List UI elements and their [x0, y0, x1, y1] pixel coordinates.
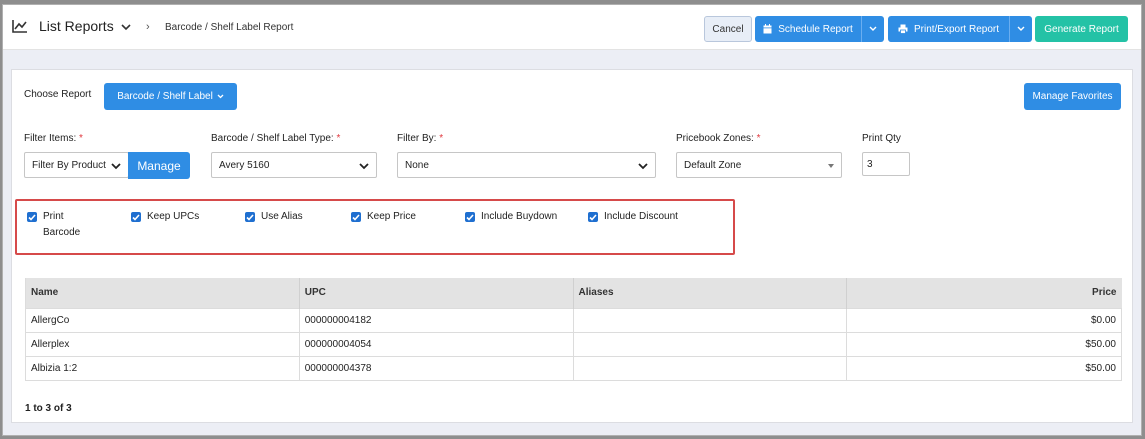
column-header-price[interactable]: Price — [846, 278, 1122, 308]
chevron-down-icon[interactable] — [121, 23, 131, 31]
option-use-alias[interactable]: Use Alias — [245, 211, 303, 225]
calendar-icon — [763, 24, 772, 34]
option-label: Include Discount — [604, 211, 678, 222]
checkbox-checked-icon[interactable] — [245, 212, 255, 222]
cancel-button[interactable]: Cancel — [704, 16, 752, 42]
chevron-down-icon — [359, 162, 369, 170]
pricebook-zones-value: Default Zone — [684, 159, 742, 171]
cell-price: $50.00 — [846, 355, 1122, 381]
cell-upc: 000000004378 — [298, 355, 574, 381]
cell-name: Allerplex — [25, 331, 300, 357]
table-row[interactable]: Albizia 1:2 000000004378 $50.00 — [25, 355, 1122, 381]
cell-name: Albizia 1:2 — [25, 355, 300, 381]
table-row[interactable]: Allerplex 000000004054 $50.00 — [25, 331, 1122, 357]
cell-aliases — [572, 331, 848, 357]
filter-by-value: None — [405, 159, 429, 171]
option-keep-price[interactable]: Keep Price — [351, 211, 416, 225]
pagination-summary: 1 to 3 of 3 — [25, 403, 72, 414]
cell-price: $50.00 — [846, 331, 1122, 357]
column-header-upc[interactable]: UPC — [298, 278, 573, 308]
choose-report-dropdown[interactable]: Barcode / Shelf Label — [104, 83, 237, 110]
line-chart-icon — [12, 19, 28, 33]
generate-report-label: Generate Report — [1044, 23, 1119, 35]
caret-down-icon — [828, 164, 834, 168]
filter-by-select[interactable]: None — [397, 152, 656, 178]
filter-items-value: Filter By Product — [32, 159, 106, 171]
breadcrumb: Barcode / Shelf Label Report — [165, 22, 294, 33]
option-label: Keep UPCs — [147, 211, 200, 222]
checkbox-checked-icon[interactable] — [351, 212, 361, 222]
cell-upc: 000000004182 — [298, 307, 574, 333]
label-type-select[interactable]: Avery 5160 — [211, 152, 377, 178]
option-label: Print — [43, 211, 64, 222]
breadcrumb-separator: › — [146, 21, 150, 33]
option-label: Use Alias — [261, 211, 303, 222]
table-row[interactable]: AllergCo 000000004182 $0.00 — [25, 307, 1122, 333]
print-qty-value: 3 — [867, 158, 873, 170]
results-table: Name UPC Aliases Price AllergCo 00000000… — [25, 278, 1122, 381]
option-keep-upcs[interactable]: Keep UPCs — [131, 211, 199, 225]
filter-items-label: Filter Items: * — [24, 133, 83, 144]
pricebook-zones-label: Pricebook Zones: * — [676, 133, 761, 144]
filter-items-select[interactable]: Filter By Product — [24, 152, 129, 178]
filter-by-label: Filter By: * — [397, 133, 444, 144]
option-include-buydown[interactable]: Include Buydown — [465, 211, 557, 225]
chevron-down-icon — [638, 162, 648, 170]
manage-button-label: Manage — [137, 158, 181, 173]
choose-report-value: Barcode / Shelf Label — [117, 91, 213, 102]
printer-icon — [898, 24, 908, 34]
cell-upc: 000000004054 — [298, 331, 574, 357]
option-label: Include Buydown — [481, 211, 558, 222]
option-label-line2: Barcode — [43, 227, 81, 238]
schedule-report-dropdown[interactable] — [861, 16, 884, 42]
page-title: List Reports — [39, 18, 114, 34]
print-qty-label: Print Qty — [862, 133, 901, 144]
cell-aliases — [572, 355, 848, 381]
print-export-label: Print/Export Report — [913, 23, 1000, 35]
cell-price: $0.00 — [846, 307, 1122, 333]
print-qty-input[interactable]: 3 — [862, 152, 910, 176]
options-section: Print Barcode Keep UPCs Use Alias Keep P… — [12, 194, 1134, 264]
manage-button[interactable]: Manage — [128, 152, 190, 179]
chevron-down-icon — [869, 26, 877, 32]
checkbox-checked-icon[interactable] — [131, 212, 141, 222]
option-include-discount[interactable]: Include Discount — [588, 211, 678, 225]
table-header-row: Name UPC Aliases Price — [25, 278, 1122, 308]
chevron-down-icon — [1017, 26, 1025, 32]
options-highlight-box — [15, 199, 735, 255]
schedule-report-label: Schedule Report — [778, 23, 853, 35]
label-type-label: Barcode / Shelf Label Type: * — [211, 133, 341, 144]
manage-favorites-label: Manage Favorites — [1032, 91, 1113, 102]
label-type-value: Avery 5160 — [219, 159, 270, 171]
print-export-button[interactable]: Print/Export Report — [888, 16, 1009, 42]
cancel-button-label: Cancel — [712, 23, 744, 35]
chevron-down-icon — [111, 162, 121, 170]
option-print-barcode[interactable]: Print Barcode — [27, 211, 80, 241]
schedule-report-button[interactable]: Schedule Report — [755, 16, 861, 42]
manage-favorites-button[interactable]: Manage Favorites — [1024, 83, 1121, 110]
checkbox-checked-icon[interactable] — [465, 212, 475, 222]
cell-name: AllergCo — [25, 307, 300, 333]
cell-aliases — [572, 307, 848, 333]
report-panel: Choose Report Barcode / Shelf Label Mana… — [11, 69, 1133, 423]
column-header-aliases[interactable]: Aliases — [572, 278, 847, 308]
checkbox-checked-icon[interactable] — [27, 212, 37, 222]
generate-report-button[interactable]: Generate Report — [1035, 16, 1128, 42]
top-bar: List Reports › Barcode / Shelf Label Rep… — [3, 5, 1141, 50]
print-export-dropdown[interactable] — [1009, 16, 1032, 42]
checkbox-checked-icon[interactable] — [588, 212, 598, 222]
chevron-down-icon — [217, 94, 224, 99]
app-window: List Reports › Barcode / Shelf Label Rep… — [2, 4, 1142, 436]
choose-report-label: Choose Report — [24, 89, 92, 100]
option-label: Keep Price — [367, 211, 416, 222]
column-header-name[interactable]: Name — [25, 278, 300, 308]
pricebook-zones-select[interactable]: Default Zone — [676, 152, 842, 178]
